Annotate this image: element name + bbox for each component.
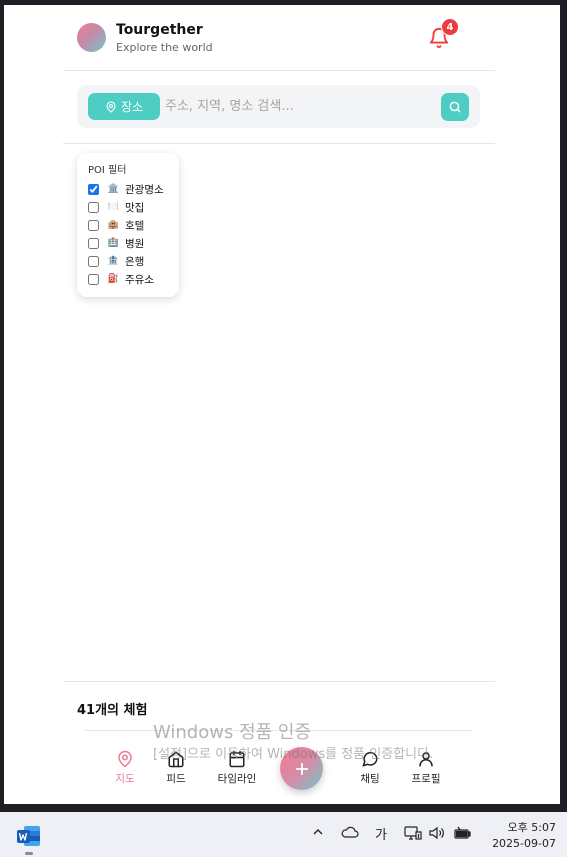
cloud-icon[interactable] bbox=[341, 826, 359, 842]
poi-filter-label: 맛집 bbox=[125, 201, 145, 214]
nav-chat-label: 채팅 bbox=[360, 773, 380, 785]
window-frame-left bbox=[0, 0, 4, 812]
divider bbox=[63, 681, 495, 682]
nav-feed-label: 피드 bbox=[166, 773, 186, 785]
nav-map-label: 지도 bbox=[115, 773, 135, 785]
window-frame-right bbox=[560, 0, 567, 812]
taskbar: 가 오후 5:07 2025-09-07 bbox=[0, 812, 567, 857]
brand-logo bbox=[77, 23, 106, 52]
poi-filter-item[interactable]: 🏥 병원 bbox=[88, 234, 179, 252]
notification-badge: 4 bbox=[441, 18, 459, 36]
app-header: Tourgether Explore the world 4 bbox=[63, 5, 495, 71]
map-pin-icon bbox=[106, 100, 116, 113]
nav-map[interactable]: 지도 bbox=[100, 750, 150, 786]
poi-checkbox[interactable] bbox=[88, 237, 99, 249]
poi-filter-item[interactable]: ⛽ 주유소 bbox=[88, 270, 179, 288]
ime-indicator[interactable]: 가 bbox=[375, 824, 387, 843]
map-pin-icon bbox=[118, 750, 132, 768]
nav-timeline-label: 타임라인 bbox=[217, 773, 257, 785]
system-clock[interactable]: 오후 5:07 2025-09-07 bbox=[476, 820, 556, 852]
restaurant-icon: 🍽️ bbox=[107, 202, 120, 212]
brand-title: Tourgether bbox=[116, 22, 203, 38]
place-filter-button[interactable]: 장소 bbox=[88, 93, 160, 120]
brand-subtitle: Explore the world bbox=[116, 41, 213, 54]
search-input[interactable] bbox=[165, 93, 435, 120]
bank-icon: 🏦 bbox=[107, 256, 120, 266]
poi-filter-title: POI 필터 bbox=[88, 165, 127, 176]
plus-icon bbox=[295, 762, 308, 775]
search-button[interactable] bbox=[441, 93, 469, 121]
poi-checkbox[interactable] bbox=[88, 201, 99, 213]
poi-filter-label: 관광명소 bbox=[125, 183, 164, 196]
poi-checkbox[interactable] bbox=[88, 273, 99, 285]
poi-filter-label: 은행 bbox=[125, 255, 145, 268]
app-container: Tourgether Explore the world 4 장소 주소, 지역… bbox=[63, 5, 495, 804]
window-frame-bottom bbox=[0, 804, 567, 812]
chevron-up-icon[interactable] bbox=[312, 826, 324, 842]
poi-filter-label: 주유소 bbox=[125, 273, 154, 286]
network-icon[interactable] bbox=[404, 826, 422, 844]
hospital-icon: 🏥 bbox=[107, 238, 120, 248]
volume-icon[interactable] bbox=[429, 826, 445, 844]
poi-filter-item[interactable]: 🍽️ 맛집 bbox=[88, 198, 179, 216]
search-section: 장소 bbox=[63, 71, 495, 144]
word-app-icon[interactable] bbox=[17, 825, 41, 847]
poi-filter-item[interactable]: 🏨 호텔 bbox=[88, 216, 179, 234]
poi-checkbox[interactable] bbox=[88, 183, 99, 195]
poi-filter-item[interactable]: 🏛️ 관광명소 bbox=[88, 180, 179, 198]
search-bar: 장소 bbox=[77, 85, 480, 128]
activation-watermark-subtitle: [설정]으로 이동하여 Windows를 정품 인증합니다. bbox=[153, 747, 434, 762]
poi-checkbox[interactable] bbox=[88, 219, 99, 231]
poi-checkbox[interactable] bbox=[88, 255, 99, 267]
nav-profile-label: 프로필 bbox=[411, 773, 441, 785]
landmark-icon: 🏛️ bbox=[107, 184, 120, 194]
poi-filter-label: 병원 bbox=[125, 237, 145, 250]
activation-watermark-title: Windows 정품 인증 bbox=[153, 722, 312, 743]
poi-filter-panel: POI 필터 🏛️ 관광명소 🍽️ 맛집 🏨 호텔 🏥 병원 🏦 은행 ⛽ 주유소 bbox=[77, 153, 179, 297]
active-app-indicator bbox=[25, 852, 33, 855]
poi-filter-label: 호텔 bbox=[125, 219, 145, 232]
experience-count: 41개의 체험 bbox=[77, 703, 148, 718]
poi-filter-item[interactable]: 🏦 은행 bbox=[88, 252, 179, 270]
clock-time: 오후 5:07 bbox=[507, 821, 556, 834]
place-filter-label: 장소 bbox=[120, 100, 144, 114]
clock-date: 2025-09-07 bbox=[492, 837, 556, 850]
battery-icon[interactable] bbox=[453, 826, 471, 844]
gas-station-icon: ⛽ bbox=[107, 274, 120, 284]
hotel-icon: 🏨 bbox=[107, 220, 120, 230]
search-icon bbox=[449, 101, 461, 113]
